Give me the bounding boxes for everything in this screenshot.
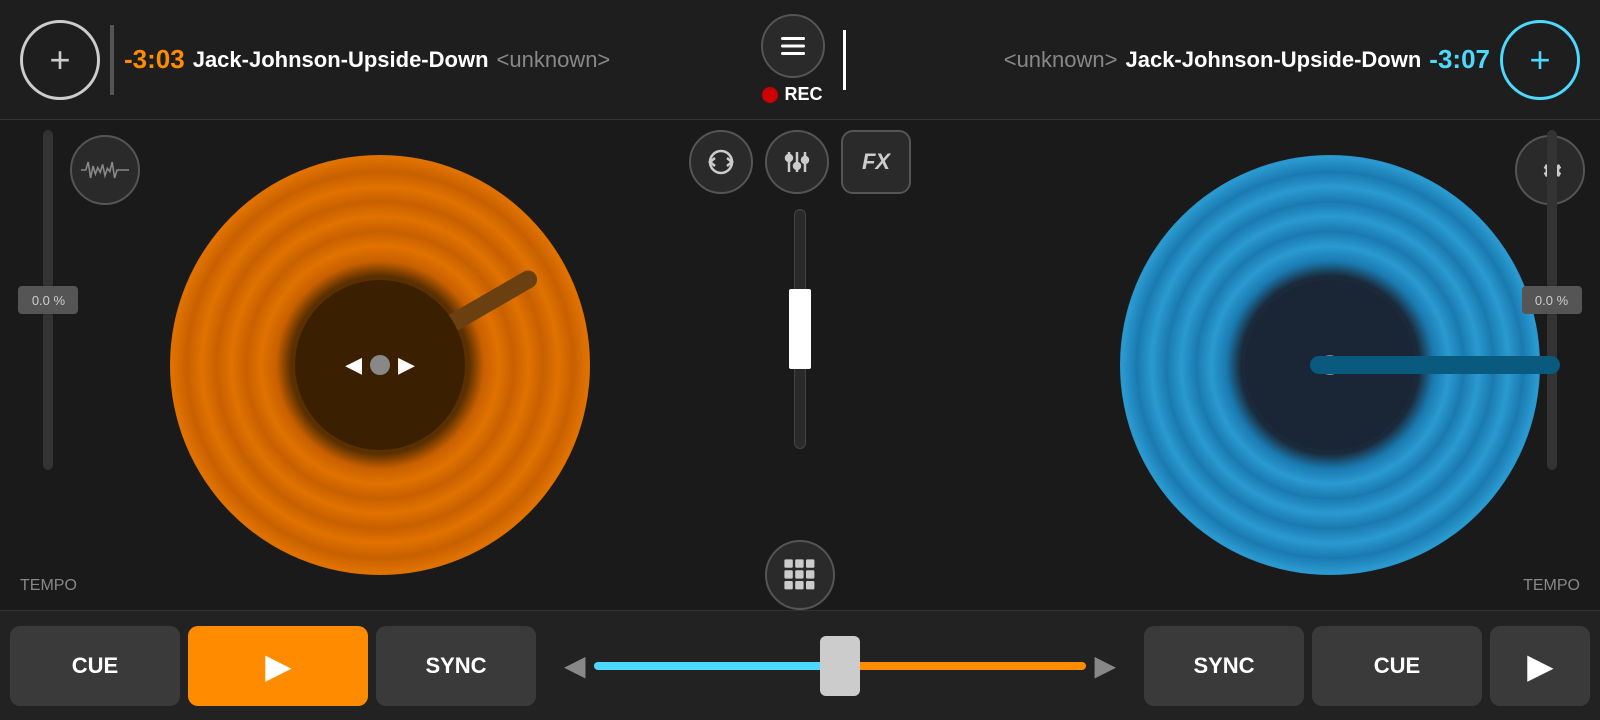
eq-mixer-button[interactable] [765, 130, 829, 194]
center-top-controls: REC [761, 14, 825, 105]
crossfader-arrow-right[interactable]: ▶ [1094, 649, 1116, 682]
grid-icon [782, 557, 818, 593]
next-track-left[interactable]: ▶ [398, 352, 415, 378]
pitch-fader-track[interactable] [794, 209, 806, 449]
waveform-marker-right [843, 30, 846, 90]
track-info-left: -3:03 Jack-Johnson-Upside-Down <unknown> [124, 44, 751, 75]
sync-circle-button[interactable] [689, 130, 753, 194]
waveform-icon [81, 158, 129, 182]
rec-label: REC [784, 84, 822, 105]
eq-icon [781, 146, 813, 178]
time-left: -3:03 [124, 44, 185, 75]
grid-button[interactable] [765, 540, 835, 610]
tempo-slider-left[interactable]: 0.0 % TEMPO [20, 120, 77, 610]
play-right-button[interactable]: ▶ [1490, 626, 1590, 706]
turntable-disc-left[interactable]: ◀ ▶ [170, 155, 590, 575]
sync-right-button[interactable]: SYNC [1144, 626, 1304, 706]
turntable-disc-right[interactable] [1120, 155, 1540, 575]
play-left-button[interactable]: ▶ [188, 626, 368, 706]
crossfader-track[interactable] [594, 662, 1087, 670]
turntable-arm-right [1310, 356, 1560, 374]
crossfader-column [794, 209, 806, 515]
tempo-thumb-right[interactable]: 0.0 % [1522, 286, 1582, 314]
sync-circle-icon [705, 146, 737, 178]
hamburger-menu-button[interactable] [761, 14, 825, 78]
sync-left-button[interactable]: SYNC [376, 626, 536, 706]
crossfader-thumb[interactable] [820, 636, 860, 696]
crossfader-wrap: ◀ ▶ [544, 649, 1136, 682]
rec-dot [762, 87, 778, 103]
track-name-right: Jack-Johnson-Upside-Down [1125, 47, 1421, 73]
mixer-controls-row: FX [689, 130, 911, 194]
cue-left-button[interactable]: CUE [10, 626, 180, 706]
waveform-button[interactable] [70, 135, 140, 205]
tempo-thumb-left[interactable]: 0.0 % [18, 286, 78, 314]
left-deck: 0.0 % TEMPO ◀ ▶ [0, 120, 700, 610]
waveform-marker-left [110, 25, 114, 95]
tempo-label-left: TEMPO [20, 577, 77, 600]
top-bar: + -3:03 Jack-Johnson-Upside-Down <unknow… [0, 0, 1600, 120]
pitch-fader-thumb[interactable] [789, 289, 811, 369]
turntable-left[interactable]: ◀ ▶ [170, 155, 590, 575]
turntable-right[interactable] [1120, 155, 1540, 575]
track-unknown-left: <unknown> [497, 47, 611, 73]
time-right: -3:07 [1429, 44, 1490, 75]
track-unknown-right: <unknown> [1004, 47, 1118, 73]
tempo-label-right: TEMPO [1523, 577, 1580, 600]
crossfader-arrow-left[interactable]: ◀ [564, 649, 586, 682]
add-track-right-button[interactable]: + [1500, 20, 1580, 100]
fx-label: FX [862, 149, 890, 175]
main-area: 0.0 % TEMPO ◀ ▶ [0, 120, 1600, 610]
hamburger-icon [777, 30, 809, 62]
turntable-center-left: ◀ ▶ [295, 280, 465, 450]
track-name-left: Jack-Johnson-Upside-Down [193, 47, 489, 73]
right-deck: 0.0 % TEMPO [900, 120, 1600, 610]
track-info-right: <unknown> Jack-Johnson-Upside-Down -3:07 [864, 44, 1491, 75]
cue-right-button[interactable]: CUE [1312, 626, 1482, 706]
add-track-left-button[interactable]: + [20, 20, 100, 100]
tempo-track-right[interactable]: 0.0 % [1547, 130, 1557, 470]
bottom-bar: CUE ▶ SYNC ◀ ▶ SYNC CUE ▶ [0, 610, 1600, 720]
prev-track-left[interactable]: ◀ [345, 352, 362, 378]
tempo-track-left[interactable]: 0.0 % [43, 130, 53, 470]
center-mixer: FX [700, 120, 900, 610]
rec-area: REC [762, 84, 822, 105]
turntable-spindle-left [370, 355, 390, 375]
